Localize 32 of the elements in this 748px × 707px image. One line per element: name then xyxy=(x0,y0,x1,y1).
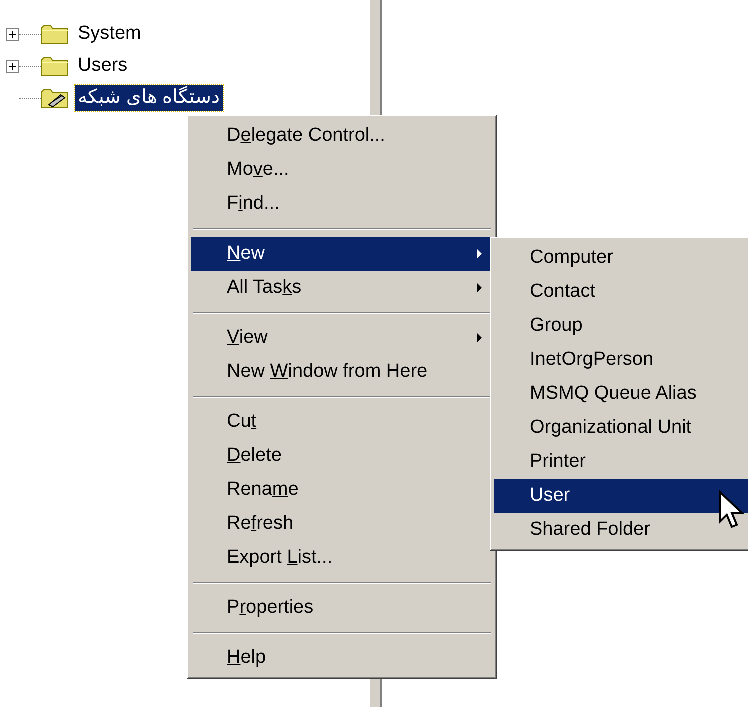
menu-item[interactable]: Properties xyxy=(191,591,493,625)
menu-item[interactable]: Printer xyxy=(494,445,748,479)
menu-item[interactable]: Delegate Control... xyxy=(191,119,493,153)
expand-icon[interactable] xyxy=(6,28,19,40)
menu-item[interactable]: MSMQ Queue Alias xyxy=(494,377,748,411)
menu-item[interactable]: Cut xyxy=(191,405,493,439)
tree-item[interactable]: System xyxy=(75,21,144,47)
menu-item[interactable]: Computer xyxy=(494,241,748,275)
tree-item[interactable]: Users xyxy=(75,53,131,79)
menu-item[interactable]: Group xyxy=(494,309,748,343)
menu-item[interactable]: Shared Folder xyxy=(494,513,748,547)
menu-item[interactable]: All Tasks xyxy=(191,271,493,305)
menu-item[interactable]: Organizational Unit xyxy=(494,411,748,445)
folder-icon xyxy=(41,23,69,45)
menu-item[interactable]: New Window from Here xyxy=(191,355,493,389)
menu-item[interactable]: Contact xyxy=(494,275,748,309)
menu-item[interactable]: User xyxy=(494,479,748,513)
menu-item[interactable]: View xyxy=(191,321,493,355)
menu-item[interactable]: Refresh xyxy=(191,507,493,541)
expand-icon[interactable] xyxy=(6,60,19,72)
menu-item[interactable]: New xyxy=(191,237,493,271)
folder-pen-icon xyxy=(41,87,69,109)
menu-item[interactable]: Delete xyxy=(191,439,493,473)
menu-item[interactable]: Find... xyxy=(191,187,493,221)
menu-item[interactable]: Move... xyxy=(191,153,493,187)
tree-item[interactable]: دستگاه های شبکه xyxy=(75,85,223,111)
menu-item[interactable]: InetOrgPerson xyxy=(494,343,748,377)
menu-item[interactable]: Export List... xyxy=(191,541,493,575)
menu-item[interactable]: Help xyxy=(191,641,493,675)
folder-icon xyxy=(41,55,69,77)
pointer-icon xyxy=(718,490,744,530)
menu-item[interactable]: Rename xyxy=(191,473,493,507)
